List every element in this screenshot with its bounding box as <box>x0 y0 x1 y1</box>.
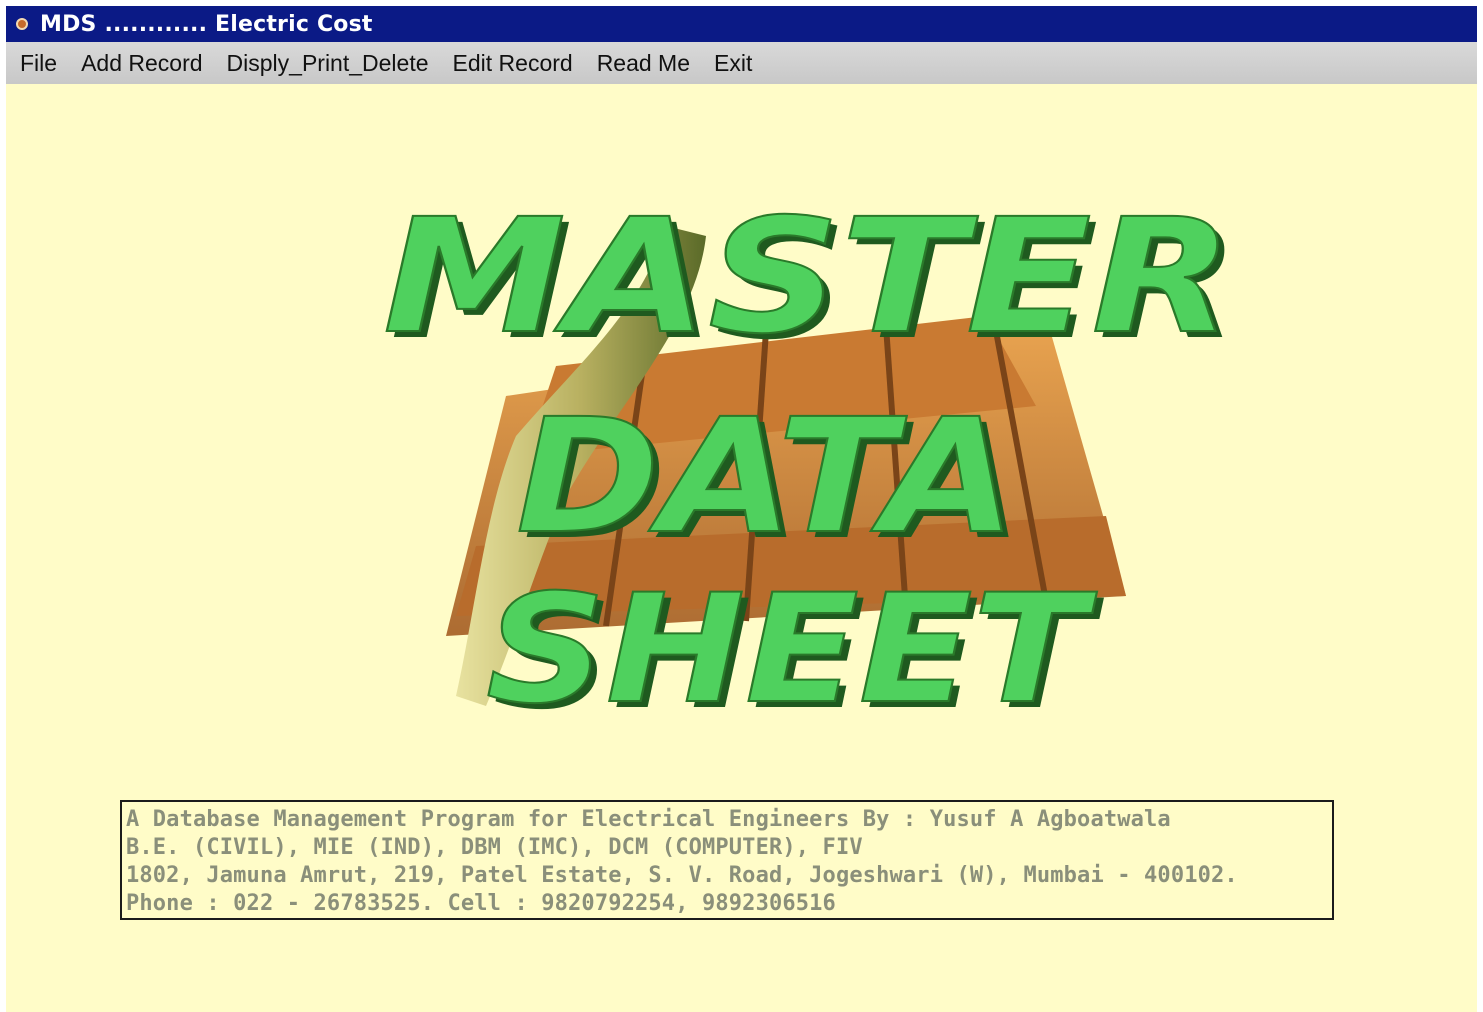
title-bar[interactable]: MDS ............ Electric Cost <box>6 6 1477 42</box>
logo-line2: DATA <box>516 385 1016 569</box>
menu-add-record[interactable]: Add Record <box>69 50 214 77</box>
menu-disply-print-delete[interactable]: Disply_Print_Delete <box>215 50 441 77</box>
menu-file[interactable]: File <box>6 50 69 77</box>
menu-exit[interactable]: Exit <box>702 50 764 77</box>
info-line-program: A Database Management Program for Electr… <box>126 807 1171 832</box>
app-icon[interactable] <box>16 18 28 30</box>
app-window: MDS ............ Electric Cost File Add … <box>6 6 1477 1012</box>
info-line-qualifications: B.E. (CIVIL), MIE (IND), DBM (IMC), DCM … <box>126 835 863 860</box>
logo-line3: SHEET <box>486 563 1098 726</box>
logo-graphic: MASTER MASTER DATA DATA SHEET SHEET <box>382 184 1240 743</box>
master-data-sheet-logo: MASTER MASTER DATA DATA SHEET SHEET <box>346 166 1246 743</box>
menu-read-me[interactable]: Read Me <box>585 50 702 77</box>
logo-line1: MASTER <box>383 185 1233 369</box>
menu-edit-record[interactable]: Edit Record <box>441 50 585 77</box>
info-line-phone: Phone : 022 - 26783525. Cell : 982079225… <box>126 891 836 916</box>
menu-bar: File Add Record Disply_Print_Delete Edit… <box>6 42 1477 84</box>
author-info-box: A Database Management Program for Electr… <box>120 800 1334 920</box>
window-title: MDS ............ Electric Cost <box>40 11 373 37</box>
info-line-address: 1802, Jamuna Amrut, 219, Patel Estate, S… <box>126 863 1238 888</box>
